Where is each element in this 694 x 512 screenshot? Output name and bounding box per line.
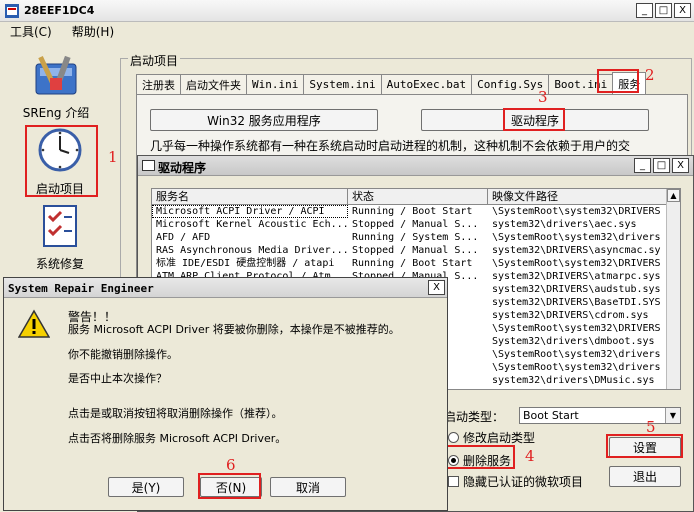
cell-image-path: system32\DRIVERS\asyncmac.sy [492, 245, 661, 256]
table-row[interactable]: 标准 IDE/ESDI 硬盘控制器 / atapi Running / Boot … [152, 257, 680, 270]
cell-service-name: 标准 IDE/ESDI 硬盘控制器 / atapi [156, 258, 335, 269]
annotation-2: 2 [645, 66, 655, 84]
checkbox-box [448, 476, 459, 487]
driver-maximize-button[interactable]: □ [653, 158, 670, 173]
tab-strip: 注册表 启动文件夹 Win.ini System.ini AutoExec.ba… [136, 72, 647, 94]
table-row[interactable]: RAS Asynchronous Media Driver... Stopped … [152, 244, 680, 257]
annotation-6: 6 [226, 456, 236, 474]
dialog-titlebar: System Repair Engineer X [4, 278, 447, 298]
cell-status: Running / System S... [352, 232, 479, 243]
tab-autoexec[interactable]: AutoExec.bat [380, 74, 473, 94]
highlight-box-4 [444, 445, 515, 469]
win32-services-button[interactable]: Win32 服务应用程序 [150, 109, 378, 131]
startup-type-label: 启动类型： [444, 410, 505, 424]
cell-image-path: \SystemRoot\system32\DRIVERS [492, 258, 661, 269]
dialog-yes-button[interactable]: 是(Y) [108, 477, 184, 497]
window-icon [142, 160, 155, 171]
close-button[interactable]: X [674, 3, 691, 18]
dialog-cancel-button[interactable]: 取消 [270, 477, 346, 497]
dialog-text-no: 点击否将删除服务 Microsoft ACPI Driver。 [68, 432, 287, 445]
cell-image-path: \SystemRoot\system32\DRIVERS [492, 206, 661, 217]
window-title: 28EEF1DC4 [24, 4, 95, 17]
cell-image-path: system32\drivers\aec.sys [492, 219, 637, 230]
list-scrollbar[interactable]: ▲ [666, 189, 680, 389]
cell-image-path: System32\drivers\dmboot.sys [492, 336, 655, 347]
radio-dot [448, 432, 459, 443]
driver-minimize-button[interactable]: _ [634, 158, 651, 173]
tab-system-ini[interactable]: System.ini [303, 74, 382, 94]
highlight-box-1 [25, 125, 98, 197]
tab-registry[interactable]: 注册表 [136, 74, 181, 94]
cell-service-name: Microsoft Kernel Acoustic Ech... [156, 219, 348, 230]
cell-image-path: \SystemRoot\system32\drivers [492, 362, 661, 373]
highlight-box-6 [198, 473, 261, 499]
main-titlebar: 28EEF1DC4 _ □ X [0, 0, 694, 22]
cell-status: Running / Boot Start [352, 258, 473, 269]
cell-image-path: \SystemRoot\system32\drivers [492, 232, 661, 243]
dialog-text-undo: 你不能撤销删除操作。 [68, 348, 178, 361]
column-header-name[interactable]: 服务名 [152, 189, 348, 204]
column-header-path[interactable]: 映像文件路径 [488, 189, 678, 204]
column-header-status[interactable]: 状态 [348, 189, 488, 204]
minimize-button[interactable]: _ [636, 3, 653, 18]
dialog-text-yes-cancel: 点击是或取消按钮将取消删除操作（推荐）。 [68, 407, 283, 420]
startup-group-title: 启动项目 [128, 52, 181, 69]
exit-button[interactable]: 退出 [609, 466, 681, 487]
table-row[interactable]: AFD / AFD Running / System S... \SystemRoo… [152, 231, 680, 244]
annotation-3: 3 [538, 88, 548, 106]
cell-image-path: system32\DRIVERS\atmarpc.sys [492, 271, 661, 282]
cell-status: Running / Boot Start [352, 206, 473, 217]
warning-icon [18, 309, 50, 338]
sidebar-item-sreng-intro[interactable]: SREng 介绍 [16, 54, 96, 121]
tab-win-ini[interactable]: Win.ini [246, 74, 305, 94]
checklist-icon [43, 205, 77, 247]
modify-startup-radio[interactable]: 修改启动类型 [448, 429, 535, 446]
annotation-1: 1 [108, 148, 118, 166]
cell-image-path: system32\DRIVERS\audstub.sys [492, 284, 661, 295]
hide-ms-checkbox[interactable]: 隐藏已认证的微软项目 [448, 473, 583, 490]
cell-service-name: AFD / AFD [156, 232, 211, 243]
highlight-box-5 [606, 434, 683, 458]
cell-service-name: RAS Asynchronous Media Driver... [156, 245, 348, 256]
dialog-title: System Repair Engineer [8, 282, 154, 295]
menu-bar: 工具(C) 帮助(H) [0, 22, 694, 40]
menu-help[interactable]: 帮助(H) [72, 23, 114, 40]
table-row[interactable]: Microsoft Kernel Acoustic Ech... Stopped … [152, 218, 680, 231]
cell-service-name: Microsoft ACPI Driver / ACPI [152, 205, 348, 218]
startup-type-value: Boot Start [523, 409, 579, 422]
sidebar-label-repair: 系统修复 [35, 257, 84, 271]
tab-startup-folder[interactable]: 启动文件夹 [180, 74, 247, 94]
startup-type-select[interactable]: Boot Start ▼ [519, 407, 681, 424]
driver-window-title: 驱动程序 [158, 161, 207, 175]
dialog-text-delete: 服务 Microsoft ACPI Driver 将要被你删除，本操作是不被推荐… [68, 323, 400, 336]
cell-image-path: \SystemRoot\system32\drivers [492, 349, 661, 360]
sidebar-label-sreng: SREng 介绍 [22, 106, 90, 120]
cell-status: Stopped / Manual S... [352, 219, 479, 230]
table-row[interactable]: Microsoft ACPI Driver / ACPI Running / Bo… [152, 205, 680, 218]
sidebar-item-system-repair[interactable]: 系统修复 [20, 204, 100, 272]
dialog-close-button[interactable]: X [428, 280, 445, 295]
annotation-5: 5 [646, 418, 656, 436]
maximize-button[interactable]: □ [655, 3, 672, 18]
hide-ms-label: 隐藏已认证的微软项目 [463, 475, 584, 489]
toolbox-icon [35, 55, 77, 95]
cell-image-path: system32\DRIVERS\BaseTDI.SYS [492, 297, 661, 308]
modify-startup-label: 修改启动类型 [463, 431, 536, 445]
scroll-up-icon[interactable]: ▲ [667, 189, 680, 202]
cell-status: Stopped / Manual S... [352, 245, 479, 256]
app-icon [5, 4, 19, 18]
cell-image-path: system32\drivers\DMusic.sys [492, 375, 655, 386]
highlight-box-3 [503, 108, 565, 131]
dialog-text-abort: 是否中止本次操作？ [68, 372, 167, 385]
highlight-box-2 [597, 69, 639, 93]
driver-close-button[interactable]: X [672, 158, 689, 173]
driver-window-titlebar: 驱动程序 _ □ X [138, 156, 693, 176]
menu-tools[interactable]: 工具(C) [10, 23, 52, 40]
list-header: 服务名 状态 映像文件路径 [152, 189, 680, 205]
cell-image-path: system32\DRIVERS\cdrom.sys [492, 310, 649, 321]
service-description: 几乎每一种操作系统都有一种在系统启动时启动进程的机制，这种机制不会依赖于用户的交 [150, 139, 631, 153]
annotation-4: 4 [525, 447, 535, 465]
chevron-down-icon: ▼ [665, 408, 680, 423]
cell-image-path: \SystemRoot\system32\DRIVERS [492, 323, 661, 334]
